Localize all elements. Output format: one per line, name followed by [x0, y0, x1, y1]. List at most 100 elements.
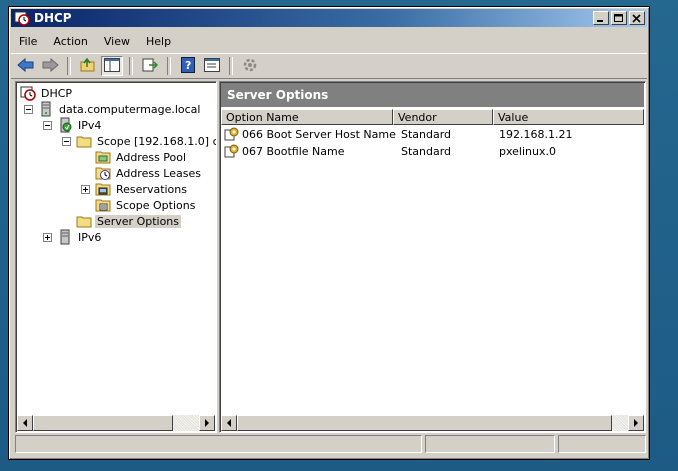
tree-node-scope-options[interactable]: Scope Options	[95, 197, 197, 213]
tree-label-selected: Server Options	[95, 214, 182, 228]
collapse-toggle[interactable]	[62, 136, 71, 146]
scroll-thumb[interactable]	[33, 415, 173, 431]
expand-toggle[interactable]	[81, 184, 90, 194]
toolbar-separator	[229, 57, 233, 75]
folder-icon	[76, 133, 92, 149]
tree-label: Scope Options	[116, 198, 196, 212]
scroll-track[interactable]	[612, 415, 628, 431]
tree-node-server-options[interactable]: Server Options	[76, 213, 182, 229]
dhcp-window: DHCP File Action View Help ? DHCP data.c…	[8, 6, 650, 460]
expand-toggle[interactable]	[43, 232, 52, 242]
scope-options-icon	[95, 197, 111, 213]
address-leases-icon	[95, 165, 111, 181]
title-bar[interactable]: DHCP	[11, 9, 647, 27]
tree-node-dhcp[interactable]: DHCP	[20, 85, 74, 101]
option-icon	[224, 126, 240, 142]
tree-node-address-leases[interactable]: Address Leases	[95, 165, 203, 181]
back-icon	[17, 57, 35, 75]
arrow-right-icon	[633, 417, 639, 430]
scroll-track[interactable]	[173, 415, 199, 431]
tree-label: DHCP	[41, 86, 73, 100]
option-vendor: Standard	[401, 144, 452, 158]
status-panel	[558, 435, 646, 453]
properties-icon	[204, 57, 220, 75]
help-button[interactable]: ?	[177, 56, 199, 76]
menu-file[interactable]: File	[11, 33, 45, 50]
option-name: 067 Bootfile Name	[242, 144, 345, 158]
up-folder-icon	[80, 57, 96, 76]
arrow-right-icon	[204, 417, 210, 430]
menu-bar: File Action View Help	[11, 31, 647, 51]
address-pool-icon	[95, 149, 111, 165]
window-title: DHCP	[34, 11, 72, 25]
status-panel	[425, 435, 555, 453]
scroll-right-button[interactable]	[199, 415, 215, 431]
properties-button[interactable]	[201, 56, 223, 76]
console-tree[interactable]: DHCP data.computermage.local IPv4 Scope …	[15, 81, 217, 433]
tree-node-ipv6[interactable]: IPv6	[43, 229, 103, 245]
scroll-left-button[interactable]	[17, 415, 33, 431]
up-folder-button[interactable]	[77, 56, 99, 76]
option-vendor: Standard	[401, 127, 452, 141]
tree-node-address-pool[interactable]: Address Pool	[95, 149, 188, 165]
column-header-value[interactable]: Value	[493, 109, 644, 125]
toolbar: ?	[11, 53, 647, 79]
column-headers: Option Name Vendor Value	[221, 109, 644, 125]
column-header-vendor[interactable]: Vendor	[393, 109, 493, 125]
status-panel	[15, 435, 422, 453]
scroll-left-button[interactable]	[221, 415, 237, 431]
tree-node-reservations[interactable]: Reservations	[81, 181, 189, 197]
list-item[interactable]: 066 Boot Server Host Name Standard 192.1…	[221, 126, 633, 142]
list-item[interactable]: 067 Bootfile Name Standard pxelinux.0	[221, 143, 633, 159]
back-button[interactable]	[15, 56, 37, 76]
menu-action[interactable]: Action	[45, 33, 95, 50]
minimize-button[interactable]	[593, 11, 609, 25]
server-action-icon	[242, 57, 258, 76]
show-hide-tree-button[interactable]	[101, 56, 123, 76]
export-list-button[interactable]	[139, 56, 161, 76]
scroll-thumb[interactable]	[237, 415, 612, 431]
help-icon: ?	[181, 56, 195, 76]
column-header-option-name[interactable]: Option Name	[221, 109, 393, 125]
menu-view[interactable]: View	[96, 33, 138, 50]
results-pane-title: Server Options	[221, 83, 644, 107]
tree-node-ipv4[interactable]: IPv4	[43, 117, 103, 133]
tree-horizontal-scrollbar[interactable]	[17, 415, 215, 431]
reservations-icon	[95, 181, 111, 197]
forward-icon	[41, 57, 59, 75]
tree-label: Scope [192.168.1.0] co	[97, 134, 217, 148]
arrow-left-icon	[22, 417, 28, 430]
svg-text:?: ?	[185, 59, 191, 72]
forward-button[interactable]	[39, 56, 61, 76]
option-value: 192.168.1.21	[499, 127, 573, 141]
maximize-button[interactable]	[611, 11, 627, 25]
toolbar-separator	[129, 57, 133, 75]
tree-node-server[interactable]: data.computermage.local	[24, 101, 202, 117]
collapse-toggle[interactable]	[43, 120, 52, 130]
server-icon	[38, 101, 54, 117]
tree-label: Address Pool	[116, 150, 187, 164]
option-name: 066 Boot Server Host Name	[242, 127, 396, 141]
show-hide-tree-icon	[104, 57, 120, 75]
tree-label: data.computermage.local	[59, 102, 201, 116]
toolbar-separator	[67, 57, 71, 75]
collapse-toggle[interactable]	[24, 104, 33, 114]
menu-help[interactable]: Help	[138, 33, 179, 50]
close-button[interactable]	[629, 11, 645, 25]
ipv6-icon	[57, 229, 73, 245]
option-icon	[224, 143, 240, 159]
tree-node-scope[interactable]: Scope [192.168.1.0] co	[62, 133, 217, 149]
server-options-folder-icon	[76, 213, 92, 229]
arrow-left-icon	[226, 417, 232, 430]
dhcp-app-icon	[14, 10, 30, 26]
tree-label: IPv6	[78, 230, 102, 244]
server-action-button[interactable]	[239, 56, 261, 76]
tree-label: Address Leases	[116, 166, 201, 180]
results-pane: Server Options Option Name Vendor Value …	[219, 81, 646, 433]
tree-label: IPv4	[78, 118, 102, 132]
status-bar	[15, 435, 646, 453]
ipv4-icon	[57, 117, 73, 133]
option-value: pxelinux.0	[499, 144, 556, 158]
results-horizontal-scrollbar[interactable]	[221, 415, 644, 431]
scroll-right-button[interactable]	[628, 415, 644, 431]
